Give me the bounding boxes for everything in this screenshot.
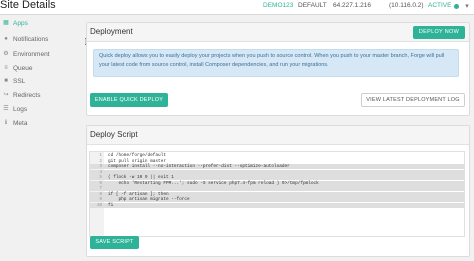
top-bar: Site Details DEMO123 DEFAULT 64.227.1.21…	[0, 0, 474, 15]
sidebar-item-label: Queue	[13, 65, 33, 72]
deploy-script-panel: Deploy Script 1 cd /home/forge/default 2 gi…	[86, 125, 470, 257]
environment-icon: ⚙	[3, 51, 9, 57]
site-name: DEFAULT	[298, 2, 327, 9]
sidebar-item-label: Notifications	[13, 36, 49, 43]
code-text: fi	[108, 202, 114, 208]
save-script-button[interactable]: SAVE SCRIPT	[90, 236, 139, 249]
view-deployment-log-button[interactable]: VIEW LATEST DEPLOYMENT LOG	[361, 93, 465, 107]
redirect-icon: ↪	[3, 92, 9, 98]
sidebar-item-ssl[interactable]: ■ SSL	[0, 76, 80, 87]
quick-deploy-info: Quick deploy allows you to easily deploy…	[93, 49, 459, 77]
sidebar-item-label: Logs	[13, 106, 28, 113]
enable-quick-deploy-button[interactable]: ENABLE QUICK DEPLOY	[90, 93, 168, 107]
logs-icon: ☰	[3, 106, 9, 112]
public-ip: 64.227.1.216	[333, 2, 371, 9]
sidebar-item-apps[interactable]: ▦ Apps	[0, 18, 80, 29]
sidebar-item-label: Redirects	[13, 92, 41, 99]
queue-icon: ≡	[4, 65, 8, 71]
deploy-script-editor[interactable]: 1 cd /home/forge/default 2 git pull origin …	[89, 151, 465, 237]
sidebar-item-label: SSL	[13, 78, 26, 85]
meta-icon: ℹ	[4, 120, 8, 126]
sidebar-item-label: Environment	[13, 51, 50, 58]
page-title: Site Details	[0, 0, 56, 11]
chevron-down-icon[interactable]: ▾	[463, 3, 471, 11]
bell-icon: ●	[4, 36, 8, 42]
sidebar-item-queue[interactable]: ≡ Queue	[0, 63, 80, 74]
sidebar-item-logs[interactable]: ☰ Logs	[0, 104, 80, 115]
sidebar-item-environment[interactable]: ⚙ Environment	[0, 49, 80, 60]
deployment-title: Deployment	[90, 27, 133, 36]
sidebar-item-redirects[interactable]: ↪ Redirects	[0, 90, 80, 101]
sidebar-item-notifications[interactable]: ● Notifications	[0, 34, 80, 45]
line-number: 10	[96, 202, 102, 208]
deployment-panel-header: Deployment DEPLOY NOW	[87, 23, 469, 42]
sidebar: ▦ Apps ● Notifications ⚙ Environment ≡ Q…	[0, 14, 82, 261]
apps-icon: ▦	[3, 20, 9, 26]
server-name-link[interactable]: DEMO123	[263, 2, 293, 9]
deploy-script-header: Deploy Script	[87, 126, 469, 145]
sidebar-item-meta[interactable]: ℹ Meta	[0, 118, 80, 129]
deployment-panel: Deployment DEPLOY NOW Quick deploy allow…	[86, 22, 470, 116]
status-label: ACTIVE	[428, 2, 452, 9]
deploy-script-title: Deploy Script	[90, 130, 138, 139]
sidebar-item-label: Meta	[13, 120, 28, 127]
deploy-now-button[interactable]: DEPLOY NOW	[413, 26, 465, 39]
private-ip: (10.116.0.2)	[389, 2, 424, 9]
status-dot-icon	[454, 4, 459, 9]
code-line: 10 fi	[90, 202, 464, 208]
sidebar-item-label: Apps	[13, 20, 28, 27]
lock-icon: ■	[4, 78, 8, 84]
